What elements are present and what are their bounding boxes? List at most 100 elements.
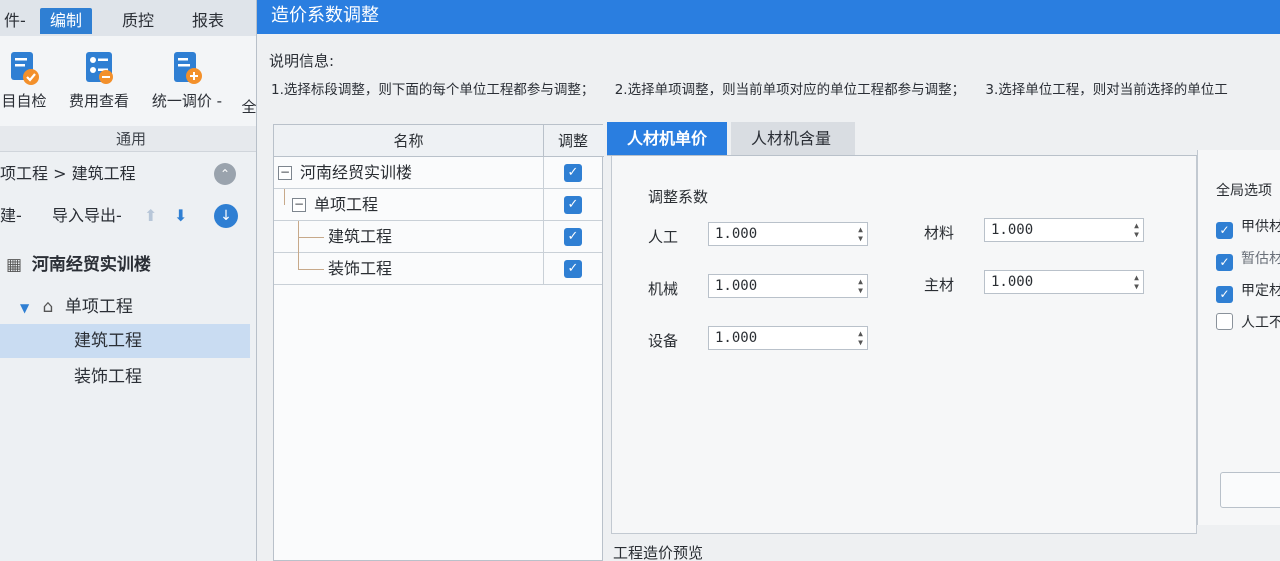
row-adjust-cell: ✓ — [544, 221, 602, 253]
tree-line — [298, 253, 299, 269]
menu-report[interactable]: 报表 — [182, 8, 234, 34]
tree-item-single-project[interactable]: ▼ ⌂ 单项工程 — [20, 290, 133, 324]
table-row[interactable]: 建筑工程 ✓ — [274, 221, 602, 253]
tree-line — [284, 189, 285, 205]
global-options-title: 全局选项 — [1216, 183, 1272, 199]
row-adjust-cell: ✓ — [544, 189, 602, 221]
checkbox-checked[interactable]: ✓ — [1216, 222, 1233, 239]
tree-root[interactable]: ▦ 河南经贸实训楼 — [6, 248, 151, 282]
adjust-checkbox[interactable]: ✓ — [564, 228, 582, 246]
description-item: 2.选择单项调整，则当前单项对应的单位工程都参与调整； — [614, 82, 966, 98]
row-name: 装饰工程 — [328, 259, 393, 278]
equipment-value: 1.000 — [715, 330, 758, 346]
cost-view-icon — [82, 50, 116, 86]
unified-price-icon — [170, 50, 204, 86]
spin-arrows-icon[interactable]: ▲ ▼ — [858, 277, 863, 295]
equipment-label: 设备 — [648, 332, 679, 350]
collapse-up-icon[interactable]: ⌃ — [214, 163, 236, 185]
adjust-checkbox[interactable]: ✓ — [564, 260, 582, 278]
checkbox-checked[interactable]: ✓ — [1216, 254, 1233, 271]
row-name: 河南经贸实训楼 — [300, 163, 413, 182]
tree-root-label: 河南经贸实训楼 — [31, 255, 151, 275]
cost-view-label: 费用查看 — [68, 92, 129, 110]
import-export-button[interactable]: 导入导出- — [52, 200, 122, 232]
move-up-icon[interactable]: ⬆ — [144, 200, 157, 232]
menu-edit[interactable]: 编制 — [40, 8, 93, 34]
table-row[interactable]: − 河南经贸实训楼 ✓ — [274, 157, 602, 189]
spin-arrows-icon[interactable]: ▲ ▼ — [858, 329, 863, 347]
option-label: 甲供材 — [1241, 219, 1280, 235]
new-button[interactable]: 建- — [0, 200, 22, 232]
description-item: 3.选择单位工程，则对当前选择的单位工 — [985, 82, 1228, 98]
tree-toolbar: 建- 导入导出- ⬆ ⬇ ↓ — [0, 200, 262, 232]
labor-label: 人工 — [648, 228, 679, 246]
description-item: 1.选择标段调整，则下面的每个单位工程都参与调整； — [271, 82, 595, 98]
description-text: 1.选择标段调整，则下面的每个单位工程都参与调整； 2.选择单项调整，则当前单项… — [271, 78, 1244, 98]
checkbox-checked[interactable]: ✓ — [1216, 286, 1233, 303]
unified-price-button[interactable]: 统一调价 - — [144, 50, 230, 111]
self-check-icon — [7, 50, 41, 86]
tree-item-building-works[interactable]: 建筑工程 — [0, 324, 250, 358]
download-icon[interactable]: ↓ — [214, 204, 238, 228]
row-name: 单项工程 — [314, 195, 379, 214]
coefficient-title: 调整系数 — [648, 188, 709, 206]
adjust-checkbox[interactable]: ✓ — [564, 164, 582, 182]
self-check-label: 目自检 — [1, 92, 47, 110]
tab-unit-price[interactable]: 人材机单价 — [607, 122, 727, 156]
equipment-stepper[interactable]: 1.000 ▲ ▼ — [708, 326, 868, 350]
material-value: 1.000 — [991, 222, 1034, 238]
dialog-title[interactable]: 造价系数调整 — [257, 0, 1280, 34]
option-labor[interactable]: 人工不 — [1216, 312, 1280, 332]
tree-item-label: 单项工程 — [64, 297, 133, 317]
expand-arrow-icon[interactable]: ▼ — [20, 301, 29, 315]
tree-line — [298, 269, 324, 270]
building-icon: ▦ — [6, 255, 23, 275]
main-material-value: 1.000 — [991, 274, 1034, 290]
unit-project-grid: 名称 调整 − 河南经贸实训楼 ✓ − 单项工程 ✓ 建筑工程 ✓ 装饰工程 ✓ — [273, 124, 604, 561]
checkbox-unchecked[interactable] — [1216, 313, 1233, 330]
machine-value: 1.000 — [715, 278, 758, 294]
cost-coefficient-dialog: 造价系数调整 说明信息: 1.选择标段调整，则下面的每个单位工程都参与调整； 2… — [256, 0, 1280, 561]
home-icon: ⌂ — [42, 297, 54, 317]
global-action-button[interactable] — [1220, 472, 1280, 508]
ribbon: 目自检 费用查看 统一调价 - 全 — [0, 36, 262, 126]
column-header-name: 名称 — [274, 125, 544, 157]
option-label: 甲定材 — [1241, 283, 1280, 299]
row-name: 建筑工程 — [328, 227, 393, 246]
collapse-icon[interactable]: − — [278, 166, 292, 180]
adjust-checkbox[interactable]: ✓ — [564, 196, 582, 214]
spin-arrows-icon[interactable]: ▲ ▼ — [858, 225, 863, 243]
machine-stepper[interactable]: 1.000 ▲ ▼ — [708, 274, 868, 298]
move-down-icon[interactable]: ⬇ — [174, 200, 187, 232]
cost-view-button[interactable]: 费用查看 — [62, 50, 136, 111]
main-material-stepper[interactable]: 1.000 ▲ ▼ — [984, 270, 1144, 294]
table-row[interactable]: 装饰工程 ✓ — [274, 253, 602, 285]
tab-content[interactable]: 人材机含量 — [731, 122, 855, 156]
global-options-panel: 全局选项 ✓ 甲供材 ✓ 暂估材 ✓ 甲定材 人工不 — [1197, 150, 1280, 525]
spin-arrows-icon[interactable]: ▲ ▼ — [1134, 221, 1139, 239]
option-provisional[interactable]: ✓ 暂估材 — [1216, 248, 1280, 271]
option-client-supplied[interactable]: ✓ 甲供材 — [1216, 216, 1280, 239]
menu-quality[interactable]: 质控 — [112, 8, 164, 34]
self-check-button[interactable]: 目自检 — [0, 50, 54, 111]
material-label: 材料 — [924, 224, 955, 242]
tree-item-decoration-works[interactable]: 装饰工程 — [74, 360, 142, 394]
row-adjust-cell: ✓ — [544, 253, 602, 285]
menu-file[interactable]: 件- — [0, 8, 36, 34]
row-name-cell: 装饰工程 — [274, 253, 544, 285]
tree-line — [298, 237, 324, 238]
labor-value: 1.000 — [715, 226, 758, 242]
row-name-cell: − 单项工程 — [274, 189, 544, 221]
option-client-specified[interactable]: ✓ 甲定材 — [1216, 280, 1280, 303]
labor-stepper[interactable]: 1.000 ▲ ▼ — [708, 222, 868, 246]
spin-arrows-icon[interactable]: ▲ ▼ — [1134, 273, 1139, 291]
collapse-icon[interactable]: − — [292, 198, 306, 212]
material-stepper[interactable]: 1.000 ▲ ▼ — [984, 218, 1144, 242]
column-header-adjust: 调整 — [557, 132, 588, 150]
table-row[interactable]: − 单项工程 ✓ — [274, 189, 602, 221]
description-label: 说明信息: — [269, 52, 335, 70]
machine-label: 机械 — [648, 280, 679, 298]
row-adjust-cell: ✓ — [544, 157, 602, 189]
ribbon-group-label: 通用 — [0, 126, 262, 152]
grid-header: 名称 调整 — [274, 125, 604, 157]
